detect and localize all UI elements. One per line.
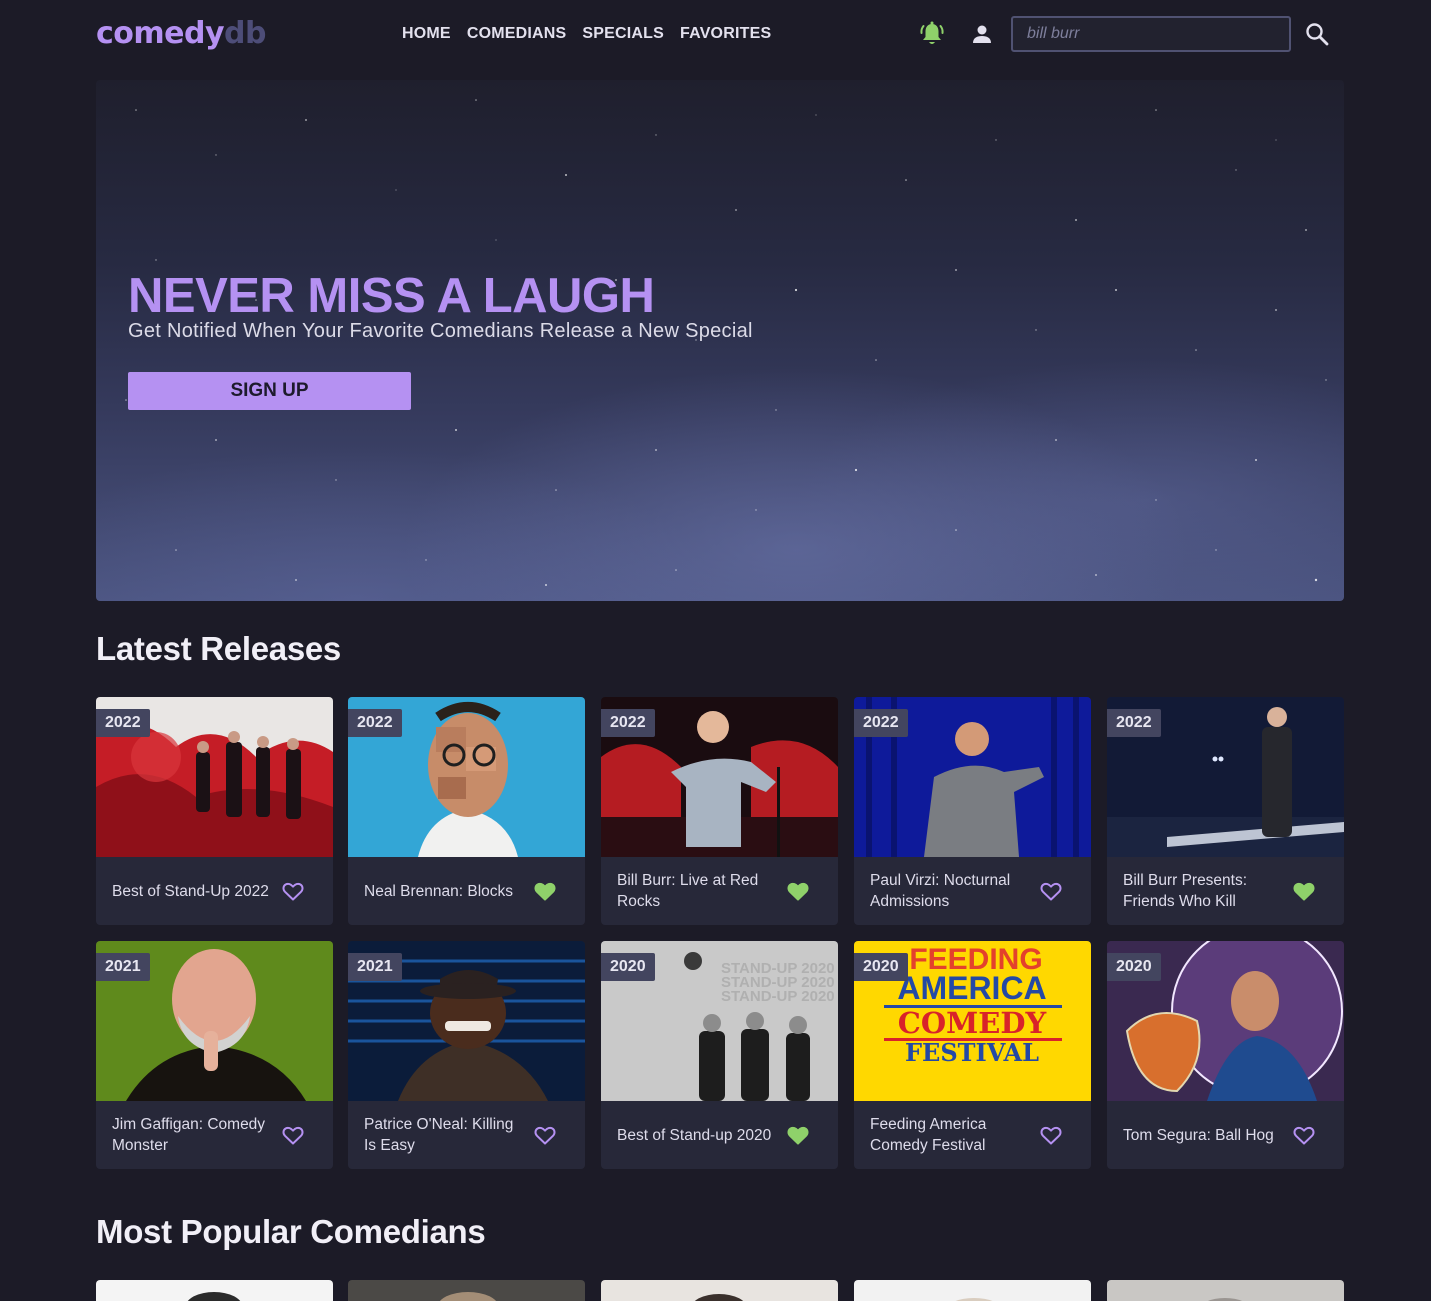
release-card[interactable]: 2022 Neal Brennan: Blocks <box>348 697 585 925</box>
heart-filled-icon[interactable] <box>1292 879 1316 903</box>
release-card[interactable]: 2022 Paul Virzi: Nocturnal Admissions <box>854 697 1091 925</box>
poster-text: COMEDY <box>898 1006 1047 1040</box>
release-year-badge: 2021 <box>96 953 150 981</box>
nav-comedians-link[interactable]: COMEDIANS <box>467 24 567 44</box>
release-card[interactable]: 2022 Best of Stand-Up 2022 <box>96 697 333 925</box>
hero-banner: NEVER MISS A LAUGH Get Notified When You… <box>96 80 1344 601</box>
comedian-card[interactable] <box>854 1280 1091 1301</box>
nav-favorites-link[interactable]: FAVORITES <box>680 24 771 44</box>
release-year-badge: 2020 <box>854 953 908 981</box>
release-title: Best of Stand-up 2020 <box>617 1126 772 1144</box>
release-title: Best of Stand-Up 2022 <box>112 882 269 900</box>
comedian-card[interactable] <box>601 1280 838 1301</box>
comedian-photo <box>187 1292 241 1301</box>
release-title: Paul Virzi: Nocturnal Admissions <box>870 872 1011 910</box>
hero-title: NEVER MISS A LAUGH <box>128 269 655 323</box>
release-card[interactable]: 2022 Bill Burr Presents: Friends Who Kil… <box>1107 697 1344 925</box>
heart-outline-icon[interactable] <box>281 879 305 903</box>
heart-outline-icon[interactable] <box>281 1123 305 1147</box>
release-title: Patrice O'Neal: Killing Is Easy <box>364 1116 514 1154</box>
top-navigation-bar: comedydb HOME COMEDIANS SPECIALS FAVORIT… <box>0 0 1431 68</box>
user-icon[interactable] <box>970 22 994 46</box>
release-title: Bill Burr: Live at Red Rocks <box>617 872 759 910</box>
release-year-badge: 2022 <box>1107 709 1161 737</box>
comedian-card[interactable] <box>96 1280 333 1301</box>
heart-outline-icon[interactable] <box>533 1123 557 1147</box>
comedian-photo <box>694 1294 744 1301</box>
release-title: Bill Burr Presents: Friends Who Kill <box>1123 872 1248 910</box>
heart-outline-icon[interactable] <box>1292 1123 1316 1147</box>
release-title: Neal Brennan: Blocks <box>364 882 514 900</box>
release-card[interactable]: 2020 Tom Segura: Ball Hog <box>1107 941 1344 1169</box>
heart-filled-icon[interactable] <box>786 879 810 903</box>
poster-text: AMERICA <box>897 970 1046 1006</box>
release-year-badge: 2020 <box>1107 953 1161 981</box>
latest-releases-heading: Latest Releases <box>96 630 341 667</box>
release-card[interactable]: FEEDING AMERICA COMEDY FESTIVAL 2020 Fee… <box>854 941 1091 1169</box>
heart-filled-icon[interactable] <box>786 1123 810 1147</box>
release-year-badge: 2020 <box>601 953 655 981</box>
most-popular-heading: Most Popular Comedians <box>96 1213 486 1250</box>
comedian-photo <box>439 1292 497 1301</box>
heart-filled-icon[interactable] <box>533 879 557 903</box>
search-icon[interactable] <box>1303 20 1331 48</box>
release-card[interactable]: 2021 Patrice O'Neal: Killing Is Easy <box>348 941 585 1169</box>
release-card[interactable]: 2021 Jim Gaffigan: Comedy Monster <box>96 941 333 1169</box>
nav-home-link[interactable]: HOME <box>402 24 451 44</box>
release-year-badge: 2022 <box>601 709 655 737</box>
heart-outline-icon[interactable] <box>1039 879 1063 903</box>
comedian-photo <box>955 1298 993 1301</box>
comedian-card[interactable] <box>1107 1280 1344 1301</box>
search-input[interactable] <box>1013 18 1289 50</box>
release-year-badge: 2022 <box>348 709 402 737</box>
release-card[interactable]: 2022 Bill Burr: Live at Red Rocks <box>601 697 838 925</box>
main-nav: HOME COMEDIANS SPECIALS FAVORITES <box>402 24 771 44</box>
release-title: Feeding America Comedy Festival <box>870 1116 987 1154</box>
release-year-badge: 2022 <box>96 709 150 737</box>
hero-subtitle: Get Notified When Your Favorite Comedian… <box>128 320 753 342</box>
release-year-badge: 2022 <box>854 709 908 737</box>
nav-specials-link[interactable]: SPECIALS <box>582 24 664 44</box>
search-field-wrapper <box>1011 16 1291 52</box>
release-card[interactable]: STAND-UP 2020 STAND-UP 2020 STAND-UP 202… <box>601 941 838 1169</box>
release-title: Jim Gaffigan: Comedy Monster <box>112 1116 266 1154</box>
release-title: Tom Segura: Ball Hog <box>1123 1126 1274 1144</box>
comedian-card[interactable] <box>348 1280 585 1301</box>
comedian-photo <box>1207 1298 1243 1301</box>
logo-primary-text: comedy <box>96 16 225 51</box>
release-year-badge: 2021 <box>348 953 402 981</box>
poster-watermark-text: STAND-UP 2020 <box>721 988 835 1005</box>
site-logo[interactable]: comedydb <box>96 14 266 54</box>
heart-outline-icon[interactable] <box>1039 1123 1063 1147</box>
logo-secondary-text: db <box>224 16 266 51</box>
sign-up-button[interactable]: SIGN UP <box>128 372 411 410</box>
bell-icon[interactable] <box>919 20 945 48</box>
poster-text: FESTIVAL <box>905 1038 1039 1067</box>
